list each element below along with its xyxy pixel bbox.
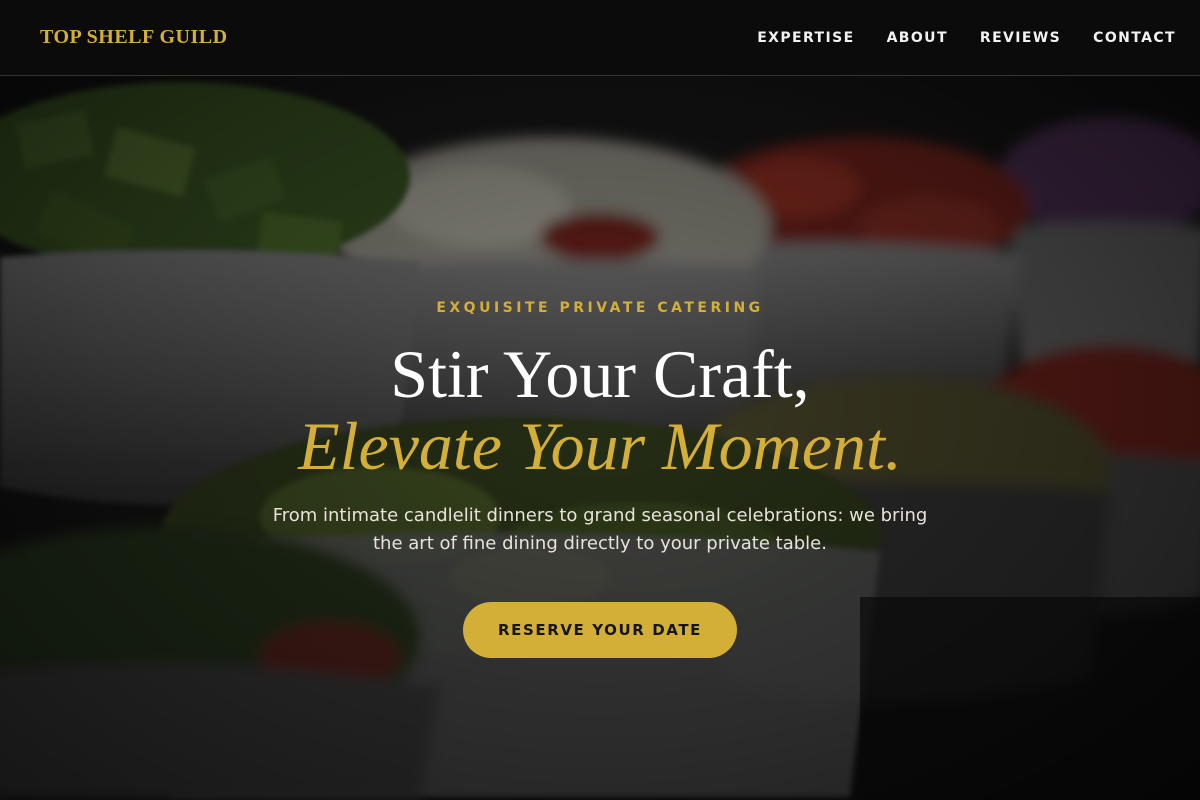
hero-eyebrow: EXQUISITE PRIVATE CATERING	[436, 300, 764, 316]
brand-logo[interactable]: TOP SHELF GUILD	[40, 26, 228, 49]
main-nav: EXPERTISE ABOUT REVIEWS CONTACT	[757, 30, 1176, 46]
hero-section: EXQUISITE PRIVATE CATERING Stir Your Cra…	[0, 77, 1200, 800]
hero-headline: Stir Your Craft, Elevate Your Moment.	[298, 338, 902, 482]
hero-headline-line1: Stir Your Craft,	[390, 336, 810, 412]
hero-content: EXQUISITE PRIVATE CATERING Stir Your Cra…	[0, 77, 1200, 800]
nav-link-about[interactable]: ABOUT	[887, 30, 948, 46]
site-header: TOP SHELF GUILD EXPERTISE ABOUT REVIEWS …	[0, 0, 1200, 76]
hero-tagline: From intimate candlelit dinners to grand…	[272, 505, 928, 554]
hero-headline-line2: Elevate Your Moment.	[298, 408, 902, 484]
nav-link-contact[interactable]: CONTACT	[1093, 30, 1176, 46]
nav-link-expertise[interactable]: EXPERTISE	[757, 30, 854, 46]
reserve-date-button[interactable]: RESERVE YOUR DATE	[463, 602, 737, 658]
nav-link-reviews[interactable]: REVIEWS	[980, 30, 1061, 46]
